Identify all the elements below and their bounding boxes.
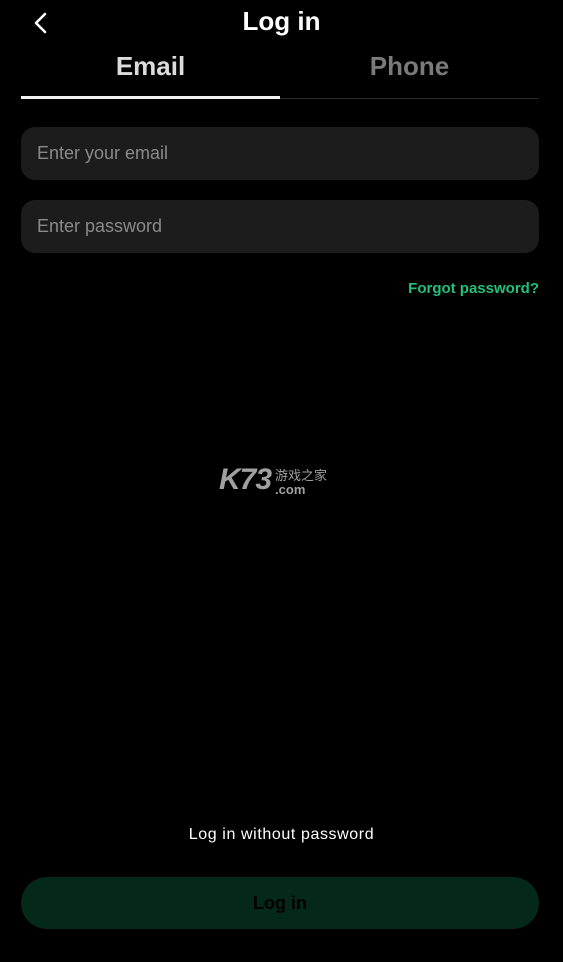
login-button[interactable]: Log in — [21, 877, 539, 929]
login-without-password-link[interactable]: Log in without password — [0, 826, 563, 844]
login-screen: Log in Email Phone Forgot password? K73 … — [0, 0, 563, 962]
watermark-logo: K73 游戏之家 .com — [219, 463, 327, 497]
watermark-domain: .com — [275, 482, 306, 497]
watermark-text: 游戏之家 .com — [275, 470, 327, 496]
watermark-brand: K73 — [219, 463, 272, 496]
page-title: Log in — [242, 6, 321, 36]
email-field[interactable] — [21, 127, 539, 180]
login-method-tabs: Email Phone — [21, 46, 539, 99]
tab-phone[interactable]: Phone — [280, 46, 539, 98]
password-field[interactable] — [21, 200, 539, 253]
password-input[interactable] — [35, 215, 525, 238]
header: Log in — [0, 0, 563, 44]
forgot-password-link[interactable]: Forgot password? — [408, 280, 539, 297]
tab-email[interactable]: Email — [21, 46, 280, 99]
email-input[interactable] — [35, 142, 525, 165]
